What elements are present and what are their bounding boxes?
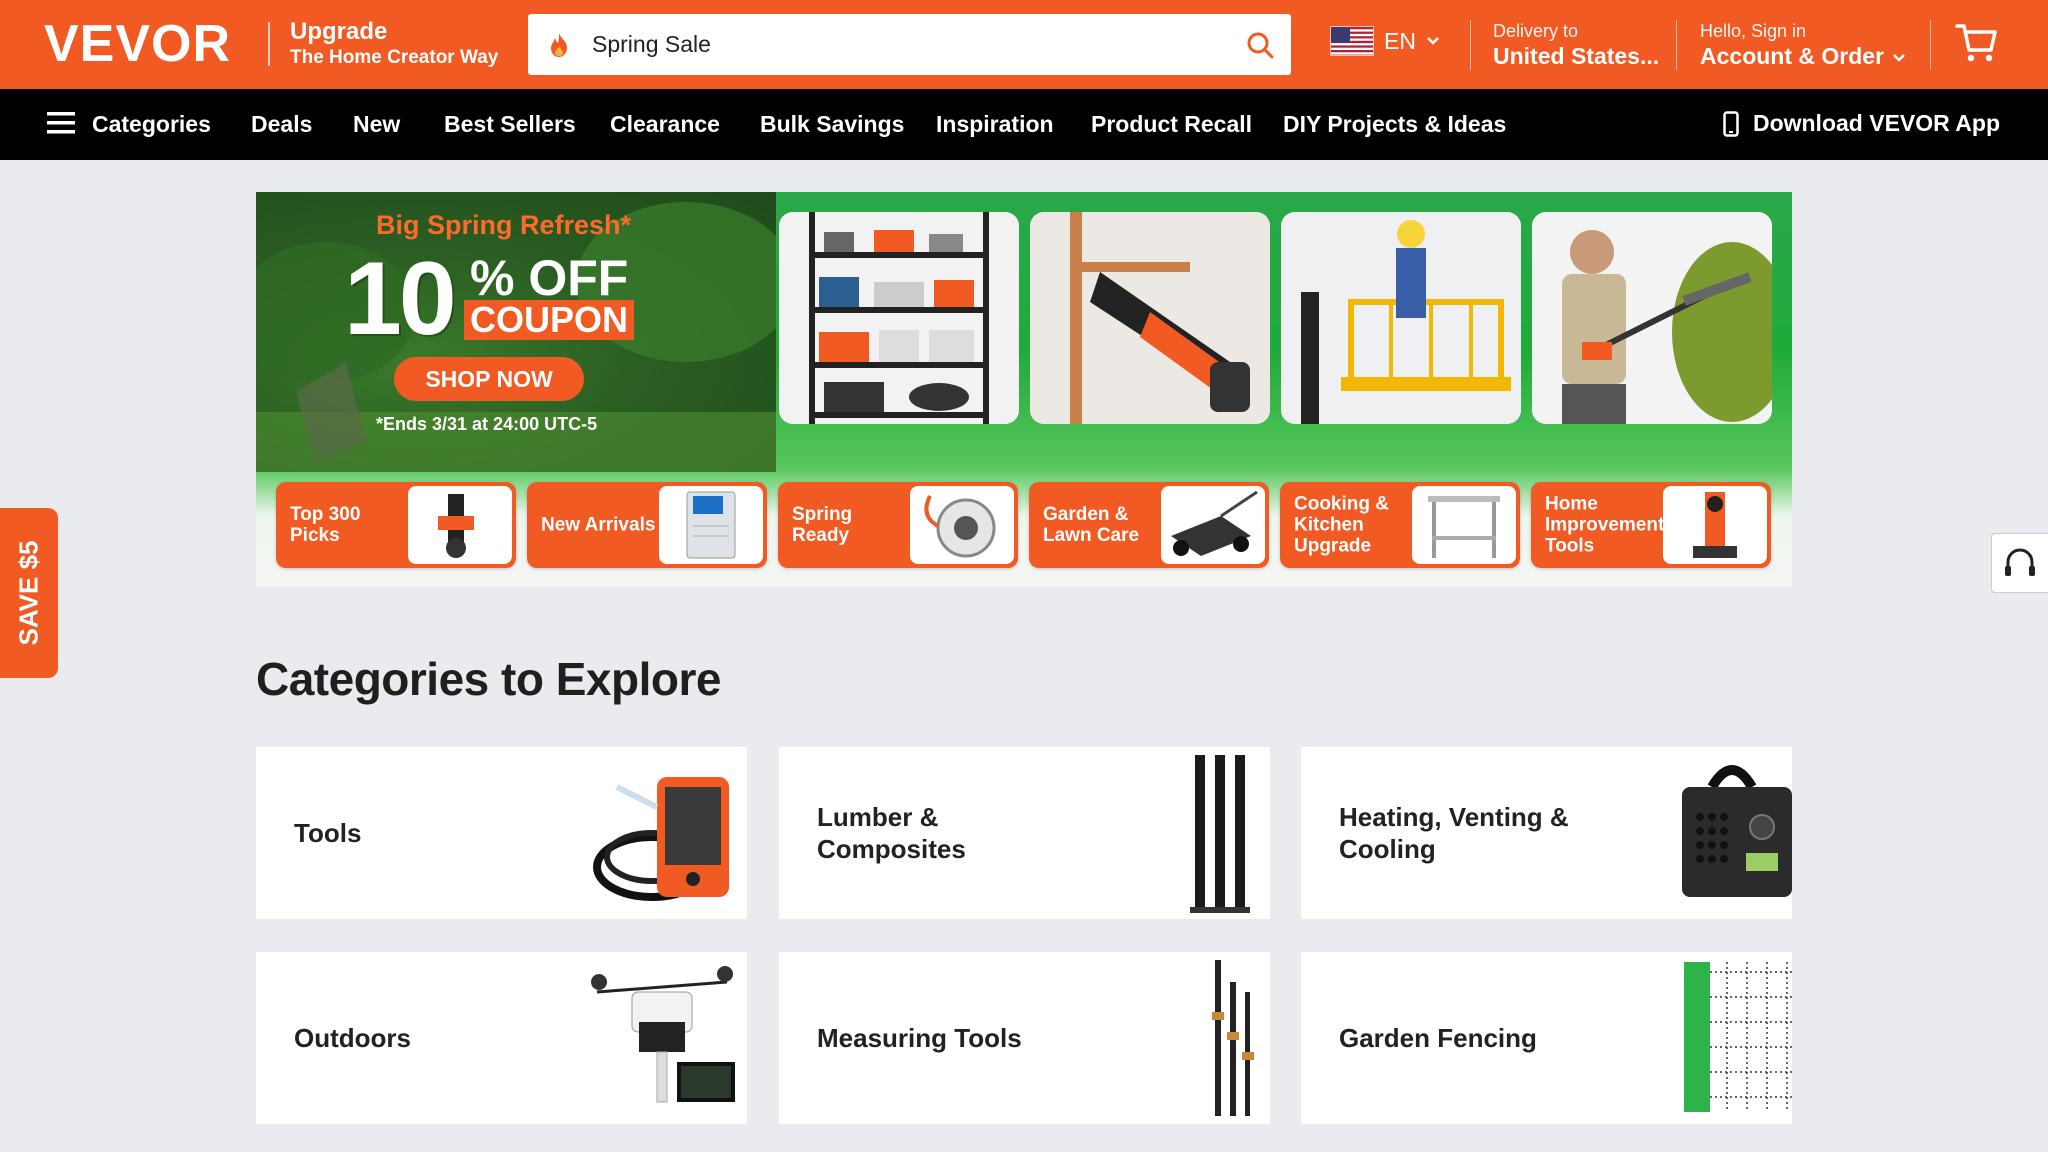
pill-product-image (659, 486, 763, 564)
logo-divider (268, 22, 270, 66)
category-label: Garden Fencing (1339, 1023, 1537, 1053)
pill-product-image (1663, 486, 1767, 564)
chevron-down-icon (1427, 37, 1439, 45)
nav-bulk-savings[interactable]: Bulk Savings (760, 110, 904, 138)
promo-banner[interactable]: Big Spring Refresh* 10 % OFF COUPON SHOP… (256, 192, 1792, 587)
banner-ends-text: *Ends 3/31 at 24:00 UTC-5 (376, 414, 598, 434)
pill-label: Spring Ready (792, 504, 853, 546)
language-selector[interactable]: EN (1330, 26, 1440, 56)
pill-top-300-picks[interactable]: Top 300 Picks (276, 482, 516, 568)
pill-cooking-kitchen[interactable]: Cooking & Kitchen Upgrade (1280, 482, 1520, 568)
nav-clearance[interactable]: Clearance (610, 110, 720, 138)
delivery-selector[interactable]: Delivery to United States... (1493, 20, 1659, 70)
nav-best-sellers[interactable]: Best Sellers (444, 110, 576, 138)
nav-deals[interactable]: Deals (251, 110, 312, 138)
category-image-fence-netting (1684, 962, 1792, 1112)
pill-spring-ready[interactable]: Spring Ready (778, 482, 1018, 568)
category-label: Heating, Venting & Cooling (1339, 802, 1569, 864)
language-code: EN (1384, 27, 1416, 54)
nav-diy-projects[interactable]: DIY Projects & Ideas (1283, 110, 1506, 138)
main-nav: Categories Deals New Best Sellers Cleara… (0, 89, 2048, 160)
category-image-inspection-camera (593, 777, 729, 901)
pill-new-arrivals[interactable]: New Arrivals (527, 482, 767, 568)
cart-icon[interactable] (1955, 22, 1999, 64)
banner-coupon: COUPON (464, 300, 635, 340)
pill-label: Home Improvement Tools (1545, 493, 1665, 557)
category-card-lumber[interactable]: Lumber & Composites (779, 747, 1270, 919)
banner-kicker: Big Spring Refresh* (376, 210, 632, 240)
pill-label: Top 300 Picks (290, 504, 361, 546)
category-label: Lumber & Composites (817, 802, 966, 864)
fire-icon (551, 32, 567, 57)
tagline-line2: The Home Creator Way (290, 47, 499, 68)
chevron-down-icon (1893, 54, 1905, 62)
pill-garden-lawn-care[interactable]: Garden & Lawn Care (1029, 482, 1269, 568)
hamburger-icon[interactable] (47, 112, 75, 134)
shop-now-button[interactable]: SHOP NOW (394, 357, 584, 401)
category-image-levels (1212, 960, 1254, 1116)
tagline-line1: Upgrade (290, 18, 388, 45)
category-label: Tools (294, 818, 362, 848)
nav-categories[interactable]: Categories (92, 110, 211, 138)
save-5-label: SAVE $5 (13, 540, 44, 646)
vevor-logo[interactable]: VEVOR (44, 14, 231, 74)
category-image-ozone-generator (1682, 765, 1792, 897)
category-card-tools[interactable]: Tools (256, 747, 747, 919)
header-divider (1470, 20, 1471, 70)
pill-label: Cooking & Kitchen Upgrade (1294, 493, 1389, 557)
promo-photo-shelving[interactable] (779, 212, 1019, 424)
banner-percent: 10 (344, 241, 457, 357)
pill-product-image (1161, 486, 1265, 564)
category-label: Outdoors (294, 1023, 411, 1053)
category-card-outdoors[interactable]: Outdoors (256, 952, 747, 1124)
us-flag-icon (1330, 26, 1374, 56)
header-divider (1676, 20, 1677, 70)
headset-icon (2005, 548, 2035, 576)
pill-label: New Arrivals (541, 514, 656, 536)
pill-home-improvement[interactable]: Home Improvement Tools (1531, 482, 1771, 568)
pill-label: Garden & Lawn Care (1043, 504, 1140, 546)
save-5-tab[interactable]: SAVE $5 (0, 508, 58, 678)
account-value: Account & Order (1700, 43, 1885, 69)
header-divider (1930, 20, 1931, 70)
category-card-measuring[interactable]: Measuring Tools (779, 952, 1270, 1124)
search-input[interactable] (592, 31, 1192, 58)
nav-product-recall[interactable]: Product Recall (1091, 110, 1252, 138)
nav-inspiration[interactable]: Inspiration (936, 110, 1054, 138)
pill-product-image (1412, 486, 1516, 564)
account-label: Hello, Sign in (1700, 21, 1807, 41)
pill-product-image (408, 486, 512, 564)
customer-support-button[interactable] (1991, 533, 2048, 593)
search-icon[interactable] (1245, 30, 1275, 60)
download-app-label: Download VEVOR App (1752, 110, 2000, 136)
account-menu[interactable]: Hello, Sign in Account & Order (1700, 20, 1906, 70)
delivery-value: United States... (1493, 43, 1660, 69)
delivery-label: Delivery to (1493, 21, 1579, 41)
nav-new[interactable]: New (353, 110, 400, 138)
category-card-hvac[interactable]: Heating, Venting & Cooling (1301, 747, 1792, 919)
promo-photo-hedge-trimmer[interactable] (1532, 212, 1772, 424)
pill-product-image (910, 486, 1014, 564)
category-image-posts (1190, 755, 1250, 913)
tagline: Upgrade The Home Creator Way (290, 18, 498, 70)
categories-heading: Categories to Explore (256, 653, 721, 705)
download-app-link[interactable]: Download VEVOR App (1723, 110, 2000, 137)
banner-off: % OFF (470, 250, 629, 306)
search-bar[interactable] (528, 14, 1291, 75)
promo-photo-press-tool[interactable] (1030, 212, 1270, 424)
category-label: Measuring Tools (817, 1023, 1022, 1053)
phone-icon (1723, 110, 1739, 137)
top-header: VEVOR Upgrade The Home Creator Way Sprin… (0, 0, 2048, 89)
category-image-weather-station (591, 966, 735, 1103)
category-card-garden-fencing[interactable]: Garden Fencing (1301, 952, 1792, 1124)
promo-photo-lift-platform[interactable] (1281, 212, 1521, 424)
